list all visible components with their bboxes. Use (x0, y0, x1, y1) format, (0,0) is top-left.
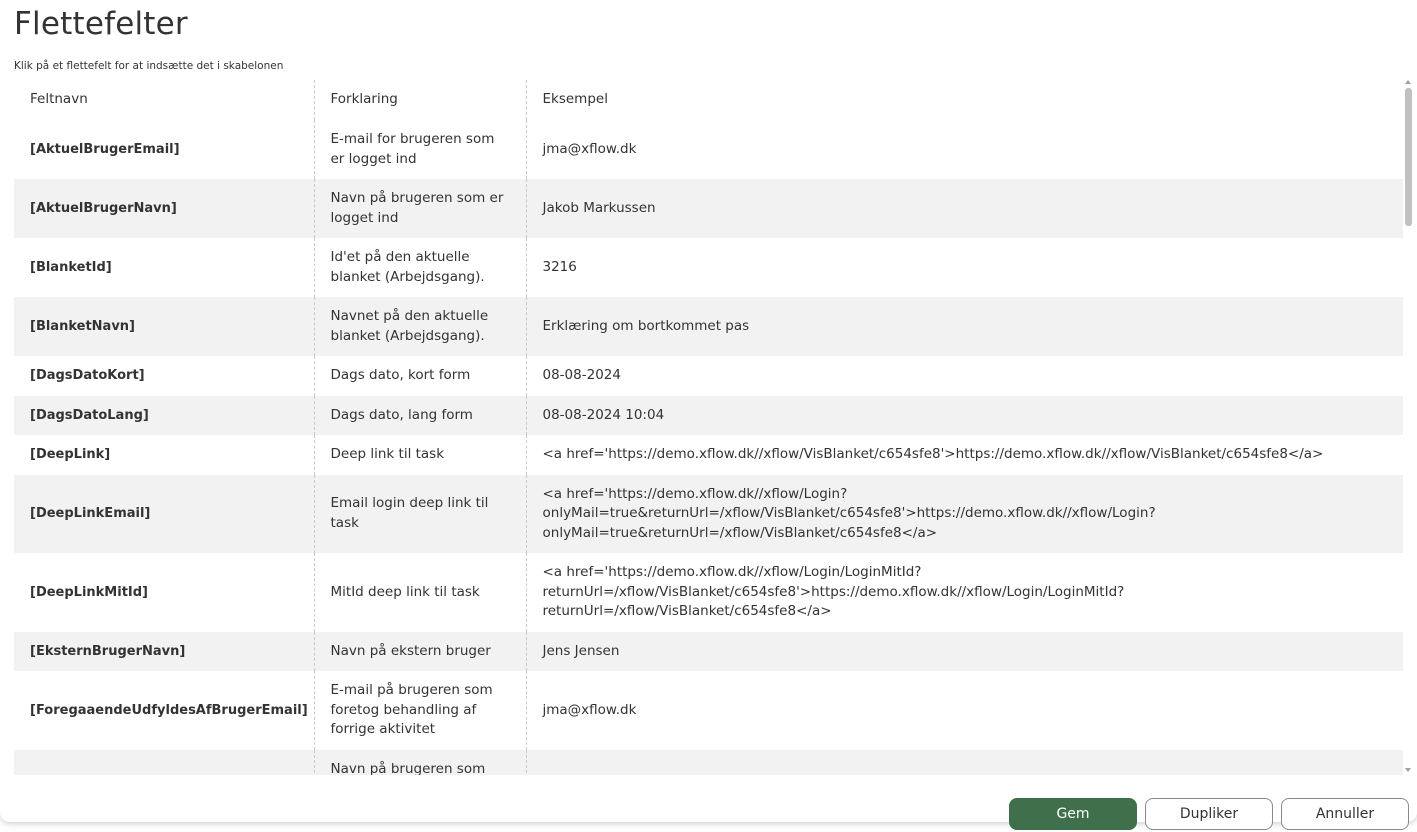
column-header-description: Forklaring (314, 80, 527, 120)
field-name-cell: [DagsDatoLang] (14, 395, 315, 435)
merge-fields-table: Feltnavn Forklaring Eksempel [AktuelBrug… (14, 80, 1403, 775)
table-row[interactable]: [BlanketNavn] Navnet på den aktuelle blan… (14, 297, 1403, 356)
field-name-cell: [BlanketId] (14, 238, 315, 297)
field-name-cell: [AktuelBrugerNavn] (14, 179, 315, 238)
table-header-row: Feltnavn Forklaring Eksempel (14, 80, 1403, 120)
description-cell: Navnet på den aktuelle blanket (Arbejdsg… (314, 297, 527, 356)
field-name-cell: [DagsDatoKort] (14, 356, 315, 396)
example-cell: Jakob Markussen (526, 750, 1403, 776)
description-cell: Dags dato, kort form (314, 356, 527, 396)
description-cell: Navn på ekstern bruger (314, 631, 527, 671)
description-cell: Deep link til task (314, 435, 527, 475)
description-cell: E-mail for brugeren som er logget ind (314, 120, 527, 179)
description-cell: Email login deep link til task (314, 474, 527, 553)
example-cell: Erklæring om bortkommet pas (542, 317, 750, 334)
table-row[interactable]: [DeepLink] Deep link til task <a href='htt… (14, 435, 1403, 475)
duplicate-button[interactable]: Dupliker (1145, 798, 1273, 830)
field-name-cell: [ForegaaendeUdfyldesAfBrugerNavn] (14, 749, 315, 775)
field-name-cell: [DeepLink] (14, 435, 315, 475)
scroll-down-arrow-icon[interactable] (1405, 768, 1411, 772)
description-cell: MitId deep link til task (314, 553, 527, 632)
table-row[interactable]: [DagsDatoLang] Dags dato, lang form 08-08-… (14, 395, 1403, 435)
example-cell: jma@xflow.dk (542, 140, 637, 157)
table-row[interactable]: [ForegaaendeUdfyldesAfBrugerEmail] E-mail… (14, 671, 1403, 750)
example-cell: <a href='https://demo.xflow.dk//xflow/Lo… (542, 564, 1125, 619)
field-name-cell: [ForegaaendeUdfyldesAfBrugerEmail] (14, 671, 315, 750)
example-cell: Jakob Markussen (542, 199, 656, 216)
example-cell: 3216 (542, 258, 577, 275)
table-row[interactable]: [BlanketId] Id'et på den aktuelle blanket… (14, 238, 1403, 297)
description-cell: Navn på brugeren som foretog behandling … (314, 749, 527, 775)
column-header-example: Eksempel (542, 91, 608, 108)
field-name-cell: [DeepLinkEmail] (14, 474, 315, 553)
description-cell: E-mail på brugeren som foretog behandlin… (314, 671, 527, 750)
example-cell: <a href='https://demo.xflow.dk//xflow/Vi… (542, 446, 1324, 462)
field-name-cell: [BlanketNavn] (14, 297, 315, 356)
dialog-subtitle: Klik på et flettefelt for at indsætte de… (14, 60, 284, 72)
example-cell: 08-08-2024 (542, 367, 621, 383)
save-button[interactable]: Gem (1009, 798, 1137, 830)
table-row[interactable]: [AktuelBrugerNavn] Navn på brugeren som e… (14, 179, 1403, 238)
field-name-cell: [EksternBrugerNavn] (14, 631, 315, 671)
scrollbar-thumb[interactable] (1405, 88, 1412, 226)
table-row[interactable]: [DagsDatoKort] Dags dato, kort form 08-08-… (14, 356, 1403, 396)
table-row[interactable]: [AktuelBrugerEmail] E-mail for brugeren s… (14, 120, 1403, 179)
cancel-button[interactable]: Annuller (1281, 798, 1409, 830)
table-scrollbar[interactable] (1404, 78, 1413, 774)
table-row[interactable]: [DeepLinkMitId] MitId deep link til task <… (14, 553, 1403, 632)
description-cell: Dags dato, lang form (314, 395, 527, 435)
table-row[interactable]: [EksternBrugerNavn] Navn på ekstern bruge… (14, 631, 1403, 671)
field-name-cell: [DeepLinkMitId] (14, 553, 315, 632)
example-cell: Jens Jensen (542, 642, 620, 659)
table-row[interactable]: [ForegaaendeUdfyldesAfBrugerNavn]Navn på… (14, 749, 1403, 776)
example-cell: <a href='https://demo.xflow.dk//xflow/Lo… (542, 485, 1156, 541)
dialog-title: Flettefelter (14, 6, 188, 42)
scroll-up-arrow-icon[interactable] (1405, 80, 1411, 84)
merge-fields-dialog: Flettefelter Klik på et flettefelt for a… (0, 0, 1417, 822)
field-name-cell: [AktuelBrugerEmail] (14, 120, 315, 179)
merge-fields-table-container[interactable]: Feltnavn Forklaring Eksempel [AktuelBrug… (14, 80, 1403, 775)
column-header-field-name: Feltnavn (14, 80, 315, 120)
table-row[interactable]: [DeepLinkEmail] Email login deep link til… (14, 474, 1403, 553)
description-cell: Navn på brugeren som er logget ind (314, 179, 527, 238)
example-cell: 08-08-2024 10:04 (542, 406, 665, 423)
description-cell: Id'et på den aktuelle blanket (Arbejdsga… (314, 238, 527, 297)
example-cell: jma@xflow.dk (542, 701, 637, 718)
